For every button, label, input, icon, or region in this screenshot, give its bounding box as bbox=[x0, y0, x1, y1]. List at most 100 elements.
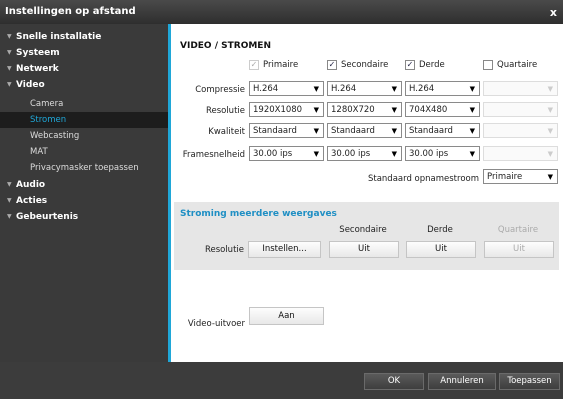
framerate-select-derde[interactable]: 30.00 ips ▼ bbox=[405, 146, 480, 161]
sidebar-item-mat[interactable]: MAT bbox=[0, 144, 168, 160]
sidebar-item-label: Camera bbox=[30, 99, 64, 109]
sidebar-item-acties[interactable]: ▼ Acties bbox=[0, 194, 168, 210]
chevron-down-icon: ▼ bbox=[313, 127, 319, 135]
sidebar-nav: ▼ Snelle installatie ▼ Systeem ▼ Netwerk… bbox=[0, 24, 168, 362]
select-value: 1920X1080 bbox=[253, 105, 303, 115]
sidebar-item-netwerk[interactable]: ▼ Netwerk bbox=[0, 62, 168, 78]
checkbox-quartaire[interactable]: Quartaire bbox=[483, 59, 555, 73]
resolution-select-secondaire[interactable]: 1280X720 ▼ bbox=[327, 102, 402, 117]
ok-button[interactable]: OK bbox=[364, 373, 424, 390]
framerate-select-secondaire[interactable]: 30.00 ips ▼ bbox=[327, 146, 402, 161]
column-header-quartaire: Quartaire bbox=[497, 225, 539, 235]
sidebar-item-video[interactable]: ▼ Video bbox=[0, 78, 168, 94]
setup-button[interactable]: Instellen... bbox=[248, 241, 321, 258]
multi-view-quartaire-button: Uit bbox=[484, 241, 554, 258]
expand-triangle-icon: ▼ bbox=[7, 197, 12, 204]
video-output-label: Video-uitvoer bbox=[187, 319, 245, 329]
checkbox-derde[interactable]: ✓ Derde bbox=[405, 59, 475, 73]
chevron-down-icon: ▼ bbox=[313, 106, 319, 114]
sidebar-item-label: MAT bbox=[30, 147, 48, 157]
default-record-stream-label: Standaard opnamestroom bbox=[367, 174, 479, 184]
resolution-select-primaire[interactable]: 1920X1080 ▼ bbox=[249, 102, 324, 117]
chevron-down-icon: ▼ bbox=[547, 85, 553, 93]
framerate-select-primaire[interactable]: 30.00 ips ▼ bbox=[249, 146, 324, 161]
window-title: Instellingen op afstand bbox=[5, 6, 136, 17]
chevron-down-icon: ▼ bbox=[313, 85, 319, 93]
framerate-label: Framesnelheid bbox=[182, 150, 245, 160]
checkbox-label: Derde bbox=[419, 60, 445, 70]
chevron-down-icon: ▼ bbox=[547, 106, 553, 114]
sidebar-item-audio[interactable]: ▼ Audio bbox=[0, 178, 168, 194]
multi-view-secondaire-button[interactable]: Uit bbox=[329, 241, 399, 258]
sidebar-item-label: Audio bbox=[16, 180, 46, 190]
sidebar-item-gebeurtenis[interactable]: ▼ Gebeurtenis bbox=[0, 210, 168, 226]
sidebar-item-label: Video bbox=[16, 80, 45, 90]
chevron-down-icon: ▼ bbox=[391, 127, 397, 135]
sidebar-item-snelle-installatie[interactable]: ▼ Snelle installatie bbox=[0, 30, 168, 46]
chevron-down-icon: ▼ bbox=[391, 150, 397, 158]
compression-select-derde[interactable]: H.264 ▼ bbox=[405, 81, 480, 96]
chevron-down-icon: ▼ bbox=[547, 150, 553, 158]
compression-label: Compressie bbox=[195, 85, 245, 95]
chevron-down-icon: ▼ bbox=[469, 127, 475, 135]
expand-triangle-icon: ▼ bbox=[7, 181, 12, 188]
expand-triangle-icon: ▼ bbox=[7, 81, 12, 88]
apply-button[interactable]: Toepassen bbox=[499, 373, 560, 390]
checkbox-secondaire[interactable]: ✓ Secondaire bbox=[327, 59, 403, 73]
select-value: Standaard bbox=[253, 126, 297, 136]
select-value: 30.00 ips bbox=[409, 149, 449, 159]
select-value: 704X480 bbox=[409, 105, 448, 115]
select-value: 30.00 ips bbox=[331, 149, 371, 159]
sidebar-item-webcasting[interactable]: Webcasting bbox=[0, 128, 168, 144]
sidebar-item-label: Stromen bbox=[30, 115, 67, 125]
select-value: 1280X720 bbox=[331, 105, 375, 115]
default-record-stream-select[interactable]: Primaire ▼ bbox=[483, 169, 558, 184]
cancel-button[interactable]: Annuleren bbox=[428, 373, 496, 390]
quality-select-primaire[interactable]: Standaard ▼ bbox=[249, 123, 324, 138]
chevron-down-icon: ▼ bbox=[313, 150, 319, 158]
checkbox-label: Secondaire bbox=[341, 60, 389, 70]
sidebar-item-label: Gebeurtenis bbox=[16, 212, 79, 222]
checkbox-label: Primaire bbox=[263, 60, 299, 70]
select-value: Primaire bbox=[487, 172, 523, 182]
checkbox-unchecked-icon[interactable] bbox=[483, 60, 493, 70]
chevron-down-icon: ▼ bbox=[547, 127, 553, 135]
quality-select-quartaire: ▼ bbox=[483, 123, 558, 138]
expand-triangle-icon: ▼ bbox=[7, 213, 12, 220]
expand-triangle-icon: ▼ bbox=[7, 49, 12, 56]
multi-view-resolution-label: Resolutie bbox=[204, 245, 244, 255]
sidebar-item-stromen[interactable]: Stromen bbox=[0, 112, 168, 128]
sidebar-item-camera[interactable]: Camera bbox=[0, 96, 168, 112]
select-value: H.264 bbox=[409, 84, 435, 94]
checkbox-checked-icon[interactable]: ✓ bbox=[405, 60, 415, 70]
framerate-select-quartaire: ▼ bbox=[483, 146, 558, 161]
resolution-select-derde[interactable]: 704X480 ▼ bbox=[405, 102, 480, 117]
multi-view-panel: Stroming meerdere weergaves Secondaire D… bbox=[174, 202, 559, 270]
sidebar-item-systeem[interactable]: ▼ Systeem bbox=[0, 46, 168, 62]
chevron-down-icon: ▼ bbox=[391, 106, 397, 114]
multi-view-derde-button[interactable]: Uit bbox=[406, 241, 476, 258]
expand-triangle-icon: ▼ bbox=[7, 33, 12, 40]
compression-select-primaire[interactable]: H.264 ▼ bbox=[249, 81, 324, 96]
chevron-down-icon: ▼ bbox=[469, 106, 475, 114]
chevron-down-icon: ▼ bbox=[469, 150, 475, 158]
video-output-button[interactable]: Aan bbox=[249, 307, 324, 325]
column-header-derde: Derde bbox=[427, 225, 453, 235]
quality-select-secondaire[interactable]: Standaard ▼ bbox=[327, 123, 402, 138]
select-value: H.264 bbox=[331, 84, 357, 94]
close-icon[interactable]: x bbox=[550, 6, 557, 19]
column-header-secondaire: Secondaire bbox=[339, 225, 387, 235]
compression-select-secondaire[interactable]: H.264 ▼ bbox=[327, 81, 402, 96]
select-value: Standaard bbox=[409, 126, 453, 136]
page-title: VIDEO / STROMEN bbox=[180, 41, 271, 51]
chevron-down-icon: ▼ bbox=[547, 173, 553, 181]
quality-select-derde[interactable]: Standaard ▼ bbox=[405, 123, 480, 138]
checkbox-primaire: ✓ Primaire bbox=[249, 59, 319, 73]
select-value: 30.00 ips bbox=[253, 149, 293, 159]
resolution-select-quartaire: ▼ bbox=[483, 102, 558, 117]
chevron-down-icon: ▼ bbox=[391, 85, 397, 93]
sidebar-item-privacymasker[interactable]: Privacymasker toepassen bbox=[0, 160, 168, 176]
checkbox-checked-icon[interactable]: ✓ bbox=[327, 60, 337, 70]
sidebar-item-label: Privacymasker toepassen bbox=[30, 163, 139, 173]
window-titlebar: Instellingen op afstand x bbox=[0, 0, 563, 24]
